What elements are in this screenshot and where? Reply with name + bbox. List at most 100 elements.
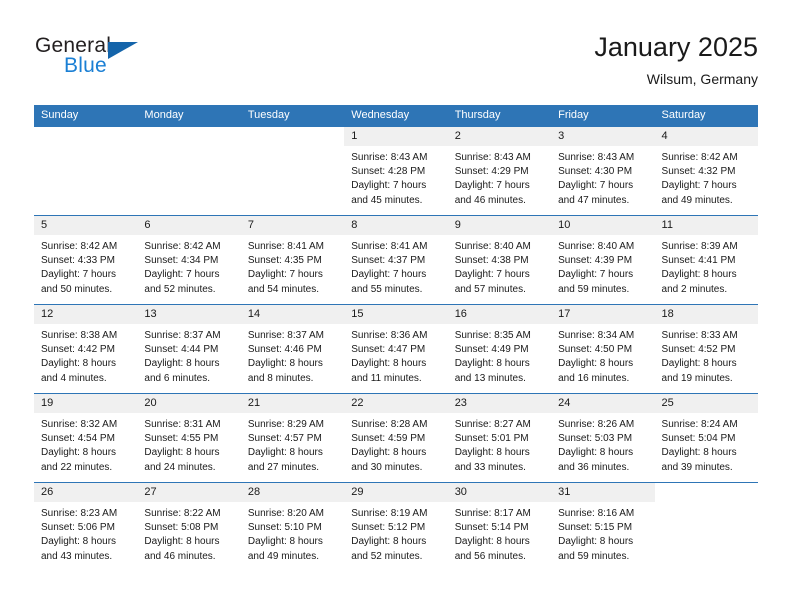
day-cell-24[interactable]: 24 Sunrise: 8:26 AM Sunset: 5:03 PM Dayligh… [551,394,655,482]
calendar-day-cell[interactable]: 26 Sunrise: 8:23 AM Sunset: 5:06 PM Dayligh… [34,482,138,571]
daylight-text-cont: and 45 minutes. [351,194,423,206]
calendar-page: General Blue January 2025 Wilsum, German… [0,0,792,612]
day-sun-details: Sunrise: 8:35 AM Sunset: 4:49 PM Daylight:… [448,324,551,386]
calendar-day-cell[interactable]: 3 Sunrise: 8:43 AM Sunset: 4:30 PM Daylight… [551,127,655,216]
calendar-day-cell[interactable]: 31 Sunrise: 8:16 AM Sunset: 5:15 PM Dayligh… [551,482,655,571]
day-cell-10[interactable]: 10 Sunrise: 8:40 AM Sunset: 4:39 PM Dayligh… [551,216,655,304]
day-cell-empty [654,483,758,571]
calendar-day-cell[interactable]: 14 Sunrise: 8:37 AM Sunset: 4:46 PM Dayligh… [240,304,345,394]
day-cell-23[interactable]: 23 Sunrise: 8:27 AM Sunset: 5:01 PM Dayligh… [447,394,552,482]
calendar-day-cell[interactable]: 29 Sunrise: 8:19 AM Sunset: 5:12 PM Dayligh… [344,482,448,571]
day-cell-4[interactable]: 4 Sunrise: 8:42 AM Sunset: 4:32 PM Daylight… [654,127,758,215]
calendar-day-cell[interactable]: 4 Sunrise: 8:42 AM Sunset: 4:32 PM Daylight… [654,127,758,216]
calendar-day-cell[interactable]: 13 Sunrise: 8:37 AM Sunset: 4:44 PM Dayligh… [137,304,241,394]
day-sun-details: Sunrise: 8:33 AM Sunset: 4:52 PM Daylight:… [655,324,758,386]
sunset-text: Sunset: 4:57 PM [247,433,322,445]
calendar-day-cell[interactable]: 1 Sunrise: 8:43 AM Sunset: 4:28 PM Daylight… [344,127,448,216]
calendar-day-cell[interactable]: 17 Sunrise: 8:34 AM Sunset: 4:50 PM Dayligh… [551,304,655,394]
calendar-day-cell[interactable]: 11 Sunrise: 8:39 AM Sunset: 4:41 PM Dayligh… [654,215,758,305]
calendar-day-cell[interactable]: 5 Sunrise: 8:42 AM Sunset: 4:33 PM Daylight… [34,215,138,305]
day-cell-28[interactable]: 28 Sunrise: 8:20 AM Sunset: 5:10 PM Dayligh… [240,483,345,571]
day-cell-16[interactable]: 16 Sunrise: 8:35 AM Sunset: 4:49 PM Dayligh… [447,305,552,393]
day-sun-details: Sunrise: 8:39 AM Sunset: 4:41 PM Daylight:… [655,235,758,297]
sunrise-text: Sunrise: 8:16 AM [558,508,635,519]
day-number: 3 [551,127,655,146]
calendar-day-cell[interactable]: 30 Sunrise: 8:17 AM Sunset: 5:14 PM Dayligh… [447,482,552,571]
calendar-day-cell[interactable]: 8 Sunrise: 8:41 AM Sunset: 4:37 PM Daylight… [344,215,448,305]
day-sun-details: Sunrise: 8:24 AM Sunset: 5:04 PM Daylight:… [655,413,758,475]
calendar-day-cell[interactable]: 2 Sunrise: 8:43 AM Sunset: 4:29 PM Daylight… [447,127,552,216]
day-cell-2[interactable]: 2 Sunrise: 8:43 AM Sunset: 4:29 PM Daylight… [447,127,552,215]
day-number [654,483,758,502]
daylight-text: Daylight: 7 hours [558,180,634,192]
calendar-day-cell[interactable]: 23 Sunrise: 8:27 AM Sunset: 5:01 PM Dayligh… [447,393,552,483]
calendar-day-cell[interactable]: 24 Sunrise: 8:26 AM Sunset: 5:03 PM Dayligh… [551,393,655,483]
day-cell-20[interactable]: 20 Sunrise: 8:31 AM Sunset: 4:55 PM Dayligh… [137,394,241,482]
calendar-day-cell[interactable]: 9 Sunrise: 8:40 AM Sunset: 4:38 PM Daylight… [447,215,552,305]
daylight-text: Daylight: 8 hours [247,536,323,548]
calendar-day-cell[interactable]: 18 Sunrise: 8:33 AM Sunset: 4:52 PM Dayligh… [654,304,758,394]
sunset-text: Sunset: 4:54 PM [41,433,115,445]
day-cell-9[interactable]: 9 Sunrise: 8:40 AM Sunset: 4:38 PM Daylight… [447,216,552,304]
calendar-day-cell[interactable]: 19 Sunrise: 8:32 AM Sunset: 4:54 PM Dayligh… [34,393,138,483]
day-cell-18[interactable]: 18 Sunrise: 8:33 AM Sunset: 4:52 PM Dayligh… [654,305,758,393]
calendar-day-cell[interactable]: 7 Sunrise: 8:41 AM Sunset: 4:35 PM Daylight… [240,215,345,305]
calendar-day-cell[interactable] [654,482,758,571]
calendar-day-cell[interactable] [137,127,241,216]
daylight-text: Daylight: 8 hours [351,358,427,370]
day-cell-3[interactable]: 3 Sunrise: 8:43 AM Sunset: 4:30 PM Daylight… [551,127,655,215]
calendar-day-cell[interactable]: 21 Sunrise: 8:29 AM Sunset: 4:57 PM Dayligh… [240,393,345,483]
daylight-text: Daylight: 8 hours [41,536,117,548]
day-sun-details: Sunrise: 8:43 AM Sunset: 4:29 PM Daylight:… [448,146,551,208]
calendar-week-row: 19 Sunrise: 8:32 AM Sunset: 4:54 PM Dayligh… [34,393,758,483]
day-cell-15[interactable]: 15 Sunrise: 8:36 AM Sunset: 4:47 PM Dayligh… [344,305,448,393]
day-cell-19[interactable]: 19 Sunrise: 8:32 AM Sunset: 4:54 PM Dayligh… [34,394,138,482]
day-cell-26[interactable]: 26 Sunrise: 8:23 AM Sunset: 5:06 PM Dayligh… [34,483,138,571]
daylight-text-cont: and 43 minutes. [41,550,113,562]
calendar-day-cell[interactable]: 15 Sunrise: 8:36 AM Sunset: 4:47 PM Dayligh… [344,304,448,394]
day-cell-13[interactable]: 13 Sunrise: 8:37 AM Sunset: 4:44 PM Dayligh… [137,305,241,393]
day-cell-22[interactable]: 22 Sunrise: 8:28 AM Sunset: 4:59 PM Dayligh… [344,394,448,482]
daylight-text-cont: and 19 minutes. [661,372,733,384]
day-cell-11[interactable]: 11 Sunrise: 8:39 AM Sunset: 4:41 PM Dayligh… [654,216,758,304]
calendar-day-cell[interactable]: 6 Sunrise: 8:42 AM Sunset: 4:34 PM Daylight… [137,215,241,305]
calendar-day-cell[interactable] [240,127,345,216]
day-cell-31[interactable]: 31 Sunrise: 8:16 AM Sunset: 5:15 PM Dayligh… [551,483,655,571]
day-sun-details: Sunrise: 8:36 AM Sunset: 4:47 PM Daylight:… [344,324,447,386]
day-cell-14[interactable]: 14 Sunrise: 8:37 AM Sunset: 4:46 PM Dayligh… [240,305,345,393]
day-cell-17[interactable]: 17 Sunrise: 8:34 AM Sunset: 4:50 PM Dayligh… [551,305,655,393]
daylight-text-cont: and 24 minutes. [144,461,216,473]
day-cell-6[interactable]: 6 Sunrise: 8:42 AM Sunset: 4:34 PM Daylight… [137,216,241,304]
day-cell-12[interactable]: 12 Sunrise: 8:38 AM Sunset: 4:42 PM Dayligh… [34,305,138,393]
day-cell-1[interactable]: 1 Sunrise: 8:43 AM Sunset: 4:28 PM Daylight… [344,127,448,215]
calendar-day-cell[interactable]: 10 Sunrise: 8:40 AM Sunset: 4:39 PM Dayligh… [551,215,655,305]
logo-text-blue: Blue [64,54,107,77]
day-cell-8[interactable]: 8 Sunrise: 8:41 AM Sunset: 4:37 PM Daylight… [344,216,448,304]
day-cell-25[interactable]: 25 Sunrise: 8:24 AM Sunset: 5:04 PM Dayligh… [654,394,758,482]
calendar-day-cell[interactable]: 22 Sunrise: 8:28 AM Sunset: 4:59 PM Dayligh… [344,393,448,483]
day-cell-27[interactable]: 27 Sunrise: 8:22 AM Sunset: 5:08 PM Dayligh… [137,483,241,571]
day-cell-30[interactable]: 30 Sunrise: 8:17 AM Sunset: 5:14 PM Dayligh… [447,483,552,571]
day-cell-7[interactable]: 7 Sunrise: 8:41 AM Sunset: 4:35 PM Daylight… [240,216,345,304]
day-cell-29[interactable]: 29 Sunrise: 8:19 AM Sunset: 5:12 PM Dayligh… [344,483,448,571]
calendar-day-cell[interactable]: 16 Sunrise: 8:35 AM Sunset: 4:49 PM Dayligh… [447,304,552,394]
page-header: General Blue January 2025 Wilsum, German… [34,30,758,98]
calendar-day-cell[interactable]: 28 Sunrise: 8:20 AM Sunset: 5:10 PM Dayligh… [240,482,345,571]
sunset-text: Sunset: 4:59 PM [351,433,426,445]
day-sun-details: Sunrise: 8:37 AM Sunset: 4:46 PM Daylight:… [241,324,344,386]
calendar-day-cell[interactable] [34,127,138,216]
day-cell-21[interactable]: 21 Sunrise: 8:29 AM Sunset: 4:57 PM Dayligh… [240,394,345,482]
sunrise-text: Sunrise: 8:26 AM [558,419,635,430]
calendar-day-cell[interactable]: 25 Sunrise: 8:24 AM Sunset: 5:04 PM Dayligh… [654,393,758,483]
calendar-day-cell[interactable]: 20 Sunrise: 8:31 AM Sunset: 4:55 PM Dayligh… [137,393,241,483]
weekday-header-wednesday: Wednesday [344,105,448,127]
sunset-text: Sunset: 4:29 PM [454,166,529,178]
general-blue-logo[interactable]: General Blue [34,34,244,92]
sunset-text: Sunset: 5:12 PM [351,522,426,534]
calendar-day-cell[interactable]: 12 Sunrise: 8:38 AM Sunset: 4:42 PM Dayligh… [34,304,138,394]
day-cell-5[interactable]: 5 Sunrise: 8:42 AM Sunset: 4:33 PM Daylight… [34,216,138,304]
daylight-text-cont: and 54 minutes. [247,283,320,295]
daylight-text: Daylight: 8 hours [454,536,530,548]
sunrise-text: Sunrise: 8:40 AM [558,241,635,252]
calendar-day-cell[interactable]: 27 Sunrise: 8:22 AM Sunset: 5:08 PM Dayligh… [137,482,241,571]
